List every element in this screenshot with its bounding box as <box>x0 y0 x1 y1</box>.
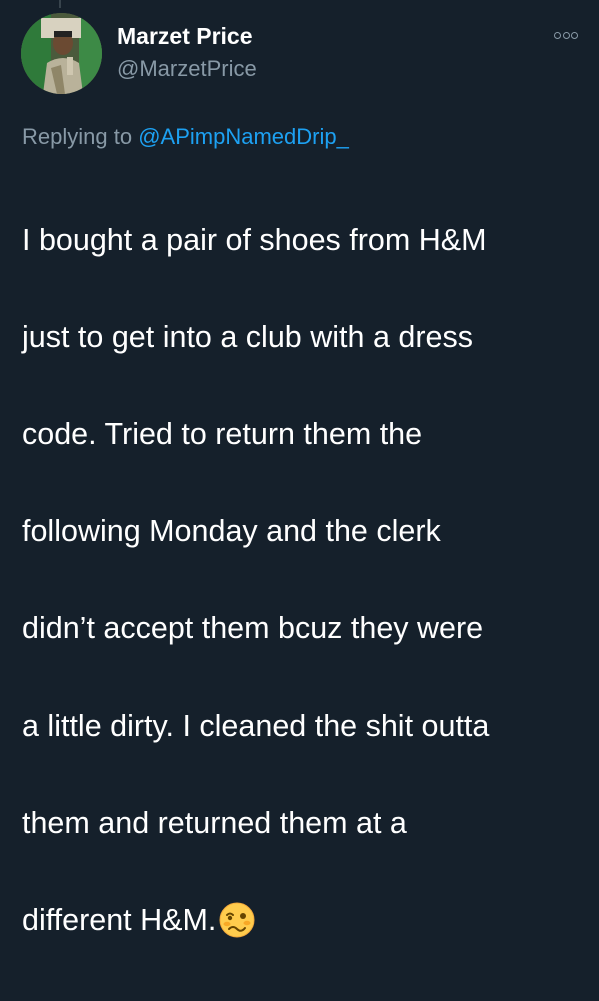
replying-to: Replying to @APimpNamedDrip_ <box>22 124 349 150</box>
tweet-card: Marzet Price @MarzetPrice Replying to @A… <box>0 0 599 938</box>
tweet-text-line: didn’t accept them bcuz they were <box>22 611 484 646</box>
reply-mention-link[interactable]: @APimpNamedDrip_ <box>138 124 349 149</box>
more-dot-icon <box>554 31 561 39</box>
replying-to-label: Replying to <box>22 124 139 149</box>
tweet-text-line: a little dirty. I cleaned the shit outta <box>22 708 490 743</box>
more-dot-icon <box>571 31 578 39</box>
tweet-text-final: different H&M. <box>22 902 217 937</box>
author-name[interactable]: Marzet Price <box>117 23 253 50</box>
avatar-image <box>21 13 102 94</box>
tweet-text-line: code. Tried to return them the <box>22 416 423 451</box>
tweet-text-line-last: different H&M. <box>22 896 587 953</box>
tweet-text-line: I bought a pair of shoes from H&M <box>22 222 487 257</box>
thread-connector-line <box>59 0 61 8</box>
avatar[interactable] <box>21 13 102 94</box>
woozy-face-icon <box>219 902 255 953</box>
more-options-icon[interactable] <box>554 30 578 40</box>
tweet-text: I bought a pair of shoes from H&M just t… <box>22 167 587 1001</box>
tweet-text-line: just to get into a club with a dress <box>22 319 473 354</box>
tweet-text-line: them and returned them at a <box>22 805 407 840</box>
tweet-text-line: following Monday and the clerk <box>22 514 441 549</box>
more-dot-icon <box>562 31 570 39</box>
author-handle[interactable]: @MarzetPrice <box>117 56 257 82</box>
